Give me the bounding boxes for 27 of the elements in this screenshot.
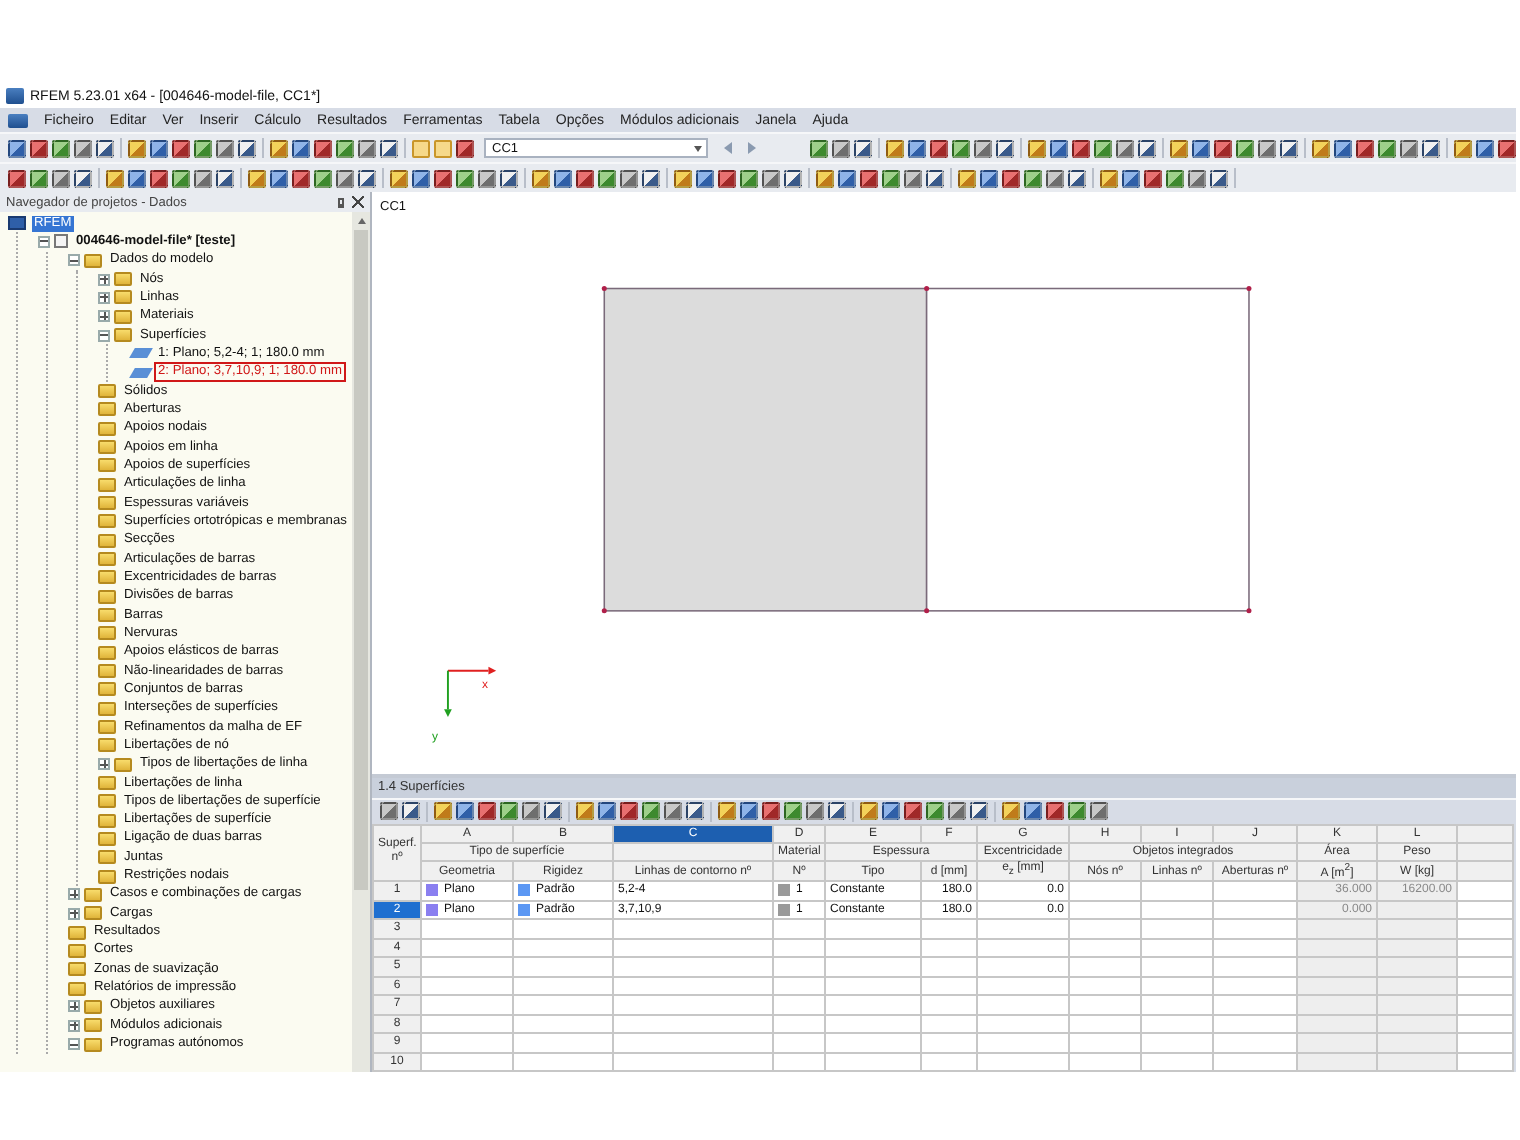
surface-icon bbox=[129, 367, 153, 378]
expand-icon[interactable] bbox=[98, 310, 110, 323]
swatch-icon bbox=[778, 903, 790, 916]
expand-icon[interactable] bbox=[68, 1000, 80, 1013]
pin-icon[interactable] bbox=[338, 197, 344, 207]
collapse-icon[interactable] bbox=[68, 1038, 80, 1051]
document-icon bbox=[54, 234, 68, 249]
swatch-icon bbox=[778, 884, 790, 897]
expand-icon[interactable] bbox=[68, 1019, 80, 1032]
expand-icon[interactable] bbox=[68, 907, 80, 920]
axis-drawing bbox=[444, 666, 497, 717]
expand-icon[interactable] bbox=[98, 291, 110, 304]
swatch-icon bbox=[426, 884, 438, 897]
surface-icon bbox=[129, 348, 153, 359]
scrollbar[interactable] bbox=[352, 212, 370, 1072]
app-icon bbox=[8, 216, 26, 231]
caret-icon bbox=[694, 145, 702, 151]
expand-icon[interactable] bbox=[68, 888, 80, 901]
collapse-icon[interactable] bbox=[38, 235, 50, 248]
expand-icon[interactable] bbox=[98, 758, 110, 771]
collapse-icon[interactable] bbox=[68, 254, 80, 267]
collapse-icon[interactable] bbox=[98, 329, 110, 342]
swatch-icon bbox=[426, 903, 438, 916]
swatch-icon bbox=[518, 903, 530, 916]
close-icon[interactable] bbox=[352, 196, 364, 208]
swatch-icon bbox=[518, 884, 530, 897]
expand-icon[interactable] bbox=[98, 273, 110, 286]
